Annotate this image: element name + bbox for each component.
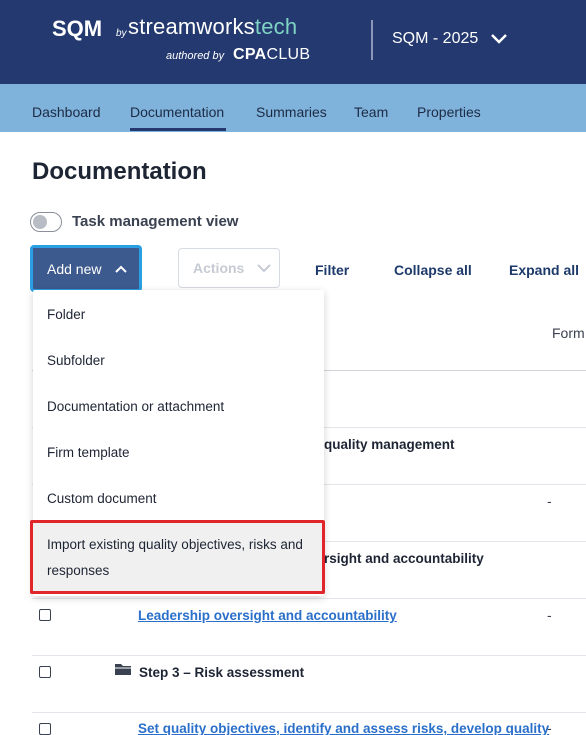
club-text: CLUB: [266, 46, 311, 63]
year-selector-label: SQM - 2025: [392, 30, 479, 47]
streamworks-logo: streamworkstech: [128, 14, 297, 40]
row-divider: [32, 655, 586, 656]
authored-by-text: authored by: [166, 50, 225, 62]
table-row-form-value: -: [547, 720, 552, 735]
row-checkbox[interactable]: [39, 609, 51, 621]
app-header: SQM by streamworkstech authored by CPACL…: [0, 0, 586, 84]
chevron-down-icon: [491, 34, 508, 44]
table-row-form-value: -: [547, 493, 552, 509]
filter-button[interactable]: Filter: [315, 262, 349, 278]
toggle-knob: [33, 215, 47, 229]
page-title: Documentation: [32, 158, 207, 185]
header-divider: [371, 20, 373, 60]
actions-label: Actions: [193, 260, 245, 276]
row-checkbox[interactable]: [39, 723, 51, 735]
year-selector[interactable]: SQM - 2025: [392, 30, 508, 48]
table-row-title: rsight and accountability: [324, 551, 484, 566]
tab-summaries[interactable]: Summaries: [256, 104, 327, 120]
expand-all-button[interactable]: Expand all: [509, 262, 579, 278]
table-row-link[interactable]: Leadership oversight and accountability: [138, 608, 397, 623]
tech-text: tech: [254, 14, 298, 39]
active-tab-indicator: [130, 128, 226, 131]
tab-team[interactable]: Team: [354, 104, 388, 120]
add-new-button[interactable]: Add new: [30, 245, 142, 292]
tab-dashboard[interactable]: Dashboard: [32, 104, 101, 120]
row-divider: [32, 598, 586, 599]
logo-by-text: by: [116, 28, 127, 39]
folder-icon: [115, 664, 131, 675]
table-row-link[interactable]: Set quality objectives, identify and ass…: [138, 721, 549, 735]
table-row-title: Step 3 – Risk assessment: [139, 665, 305, 680]
cpaclub-logo: CPACLUB: [233, 46, 310, 64]
chevron-up-icon: [115, 265, 127, 273]
actions-button[interactable]: Actions: [178, 248, 280, 288]
tab-properties[interactable]: Properties: [417, 104, 481, 120]
menu-item-subfolder[interactable]: Subfolder: [47, 353, 105, 368]
tab-documentation[interactable]: Documentation: [130, 104, 224, 120]
add-new-label: Add new: [47, 260, 102, 277]
menu-item-documentation-attachment[interactable]: Documentation or attachment: [47, 399, 224, 414]
cpa-text: CPA: [233, 46, 267, 63]
menu-item-custom-document[interactable]: Custom document: [47, 491, 157, 506]
row-checkbox[interactable]: [39, 666, 51, 678]
product-logo: SQM: [52, 16, 103, 41]
column-header-form: Form: [552, 325, 585, 341]
menu-item-firm-template[interactable]: Firm template: [47, 445, 130, 460]
row-divider: [32, 712, 586, 713]
collapse-all-button[interactable]: Collapse all: [394, 262, 472, 278]
menu-item-folder[interactable]: Folder: [47, 307, 85, 322]
chevron-down-icon: [257, 264, 271, 273]
task-management-toggle[interactable]: [30, 212, 62, 232]
task-management-label: Task management view: [72, 213, 239, 230]
table-row-title: quality management: [324, 437, 455, 452]
table-row-form-value: -: [547, 607, 552, 623]
highlight-annotation-box: [30, 520, 325, 594]
streamworks-text: streamworks: [128, 14, 255, 39]
main-nav: Dashboard Documentation Summaries Team P…: [0, 84, 586, 132]
